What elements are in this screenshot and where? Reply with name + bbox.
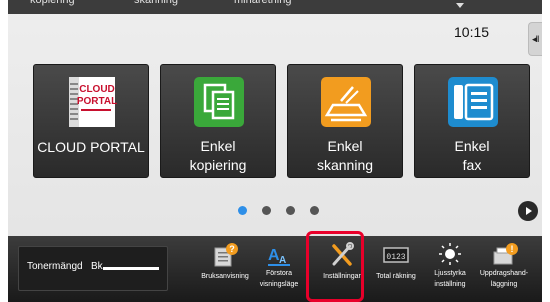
- top-tab-third[interactable]: minaretning: [234, 0, 291, 6]
- svg-text:!: !: [511, 244, 514, 254]
- tile-simple-scan[interactable]: Enkel skanning: [287, 64, 403, 178]
- top-tab-scan[interactable]: skanning: [134, 0, 178, 6]
- clock: 10:15: [454, 24, 490, 40]
- brightness-icon: [439, 243, 461, 265]
- top-strip: kopiering skanning minaretning: [8, 0, 542, 14]
- toner-label: Tonermängd: [27, 261, 83, 272]
- next-page-button[interactable]: [518, 201, 538, 221]
- tile-label-line1: Enkel: [454, 138, 490, 154]
- page-dot-3[interactable]: [286, 206, 295, 215]
- bottom-bar: Tonermängd Bk ? Bruksanvisning A A Först…: [8, 236, 542, 302]
- scan-icon: [321, 77, 371, 127]
- job-status-button[interactable]: ! Uppdragshand- läggning: [477, 236, 531, 302]
- page-dot-4[interactable]: [310, 206, 319, 215]
- brightness-button[interactable]: Ljusstyrka inställning: [423, 236, 477, 302]
- cloud-portal-icon: CLOUD PORTAL: [69, 77, 117, 127]
- job-status-icon: !: [493, 243, 518, 265]
- tile-label-line2: fax: [462, 157, 482, 173]
- enlarge-display-button[interactable]: A A Förstora visningsläge: [252, 236, 306, 302]
- brightness-label-2: inställning: [434, 281, 466, 288]
- toner-color: Bk: [91, 261, 103, 272]
- tile-cloud-portal[interactable]: CLOUD PORTAL CLOUD PORTAL: [33, 64, 149, 178]
- counter-icon: 0123: [383, 247, 409, 263]
- toner-indicator: Tonermängd Bk: [18, 246, 168, 291]
- side-panel-tab[interactable]: ◂II: [528, 22, 542, 56]
- job-status-label-2: läggning: [490, 281, 518, 288]
- tile-label-line2: skanning: [316, 157, 374, 173]
- toner-level-bar: [103, 267, 159, 270]
- manual-icon: ?: [214, 243, 238, 267]
- enlarge-display-icon: A A: [268, 247, 290, 266]
- tile-label-line1: Enkel: [327, 138, 363, 154]
- top-tab-copy[interactable]: kopiering: [30, 0, 75, 6]
- tile-label-line2: kopiering: [189, 157, 247, 173]
- fax-icon: [448, 77, 498, 127]
- settings-highlight-frame: [306, 231, 364, 302]
- home-screen: kopiering skanning minaretning 10:15 ◂II…: [8, 0, 542, 302]
- tile-simple-copy[interactable]: Enkel kopiering: [160, 64, 276, 178]
- chevron-down-icon[interactable]: [456, 3, 464, 8]
- total-count-button[interactable]: 0123 Total räkning: [369, 236, 423, 302]
- tile-label-line1: Enkel: [200, 138, 236, 154]
- svg-text:?: ?: [229, 244, 235, 254]
- svg-text:0123: 0123: [386, 253, 405, 262]
- tile-simple-fax[interactable]: Enkel fax: [414, 64, 530, 178]
- total-count-label: Total räkning: [376, 273, 416, 280]
- cloud-portal-logo-line1: CLOUD: [79, 84, 115, 95]
- cloud-portal-logo-line2: PORTAL: [77, 96, 117, 107]
- copy-icon: [194, 77, 244, 127]
- tile-label: CLOUD PORTAL: [37, 139, 145, 155]
- page-dot-2[interactable]: [262, 206, 271, 215]
- side-panel-tab-glyph: ◂II: [532, 34, 539, 44]
- manual-button[interactable]: ? Bruksanvisning: [198, 236, 252, 302]
- page-dot-1[interactable]: [238, 206, 247, 215]
- enlarge-display-label-2: visningsläge: [259, 281, 299, 288]
- manual-label: Bruksanvisning: [201, 273, 249, 280]
